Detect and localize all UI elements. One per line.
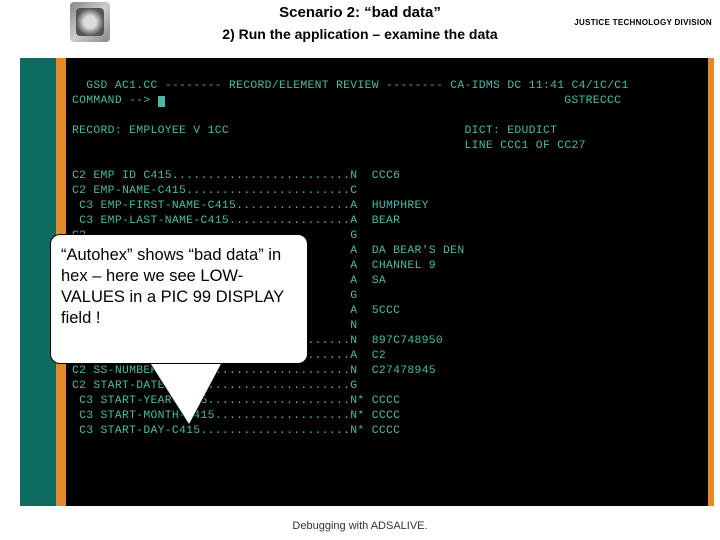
callout-text: “Autohex” shows “bad data” in hex – here… — [50, 234, 308, 364]
division-label: JUSTICE TECHNOLOGY DIVISION — [574, 18, 712, 27]
slide-subtitle: 2) Run the application – examine the dat… — [0, 26, 720, 42]
footer-text: Debugging with ADSALIVE. — [0, 520, 720, 532]
callout-bubble: “Autohex” shows “bad data” in hex – here… — [50, 234, 308, 364]
page-number: 49 — [28, 8, 42, 23]
terminal-cursor — [158, 96, 165, 107]
right-brand-stripe — [708, 0, 720, 540]
slide-header: Scenario 2: “bad data” 2) Run the applic… — [0, 0, 720, 58]
slide-footer: Debugging with ADSALIVE. — [0, 506, 720, 540]
